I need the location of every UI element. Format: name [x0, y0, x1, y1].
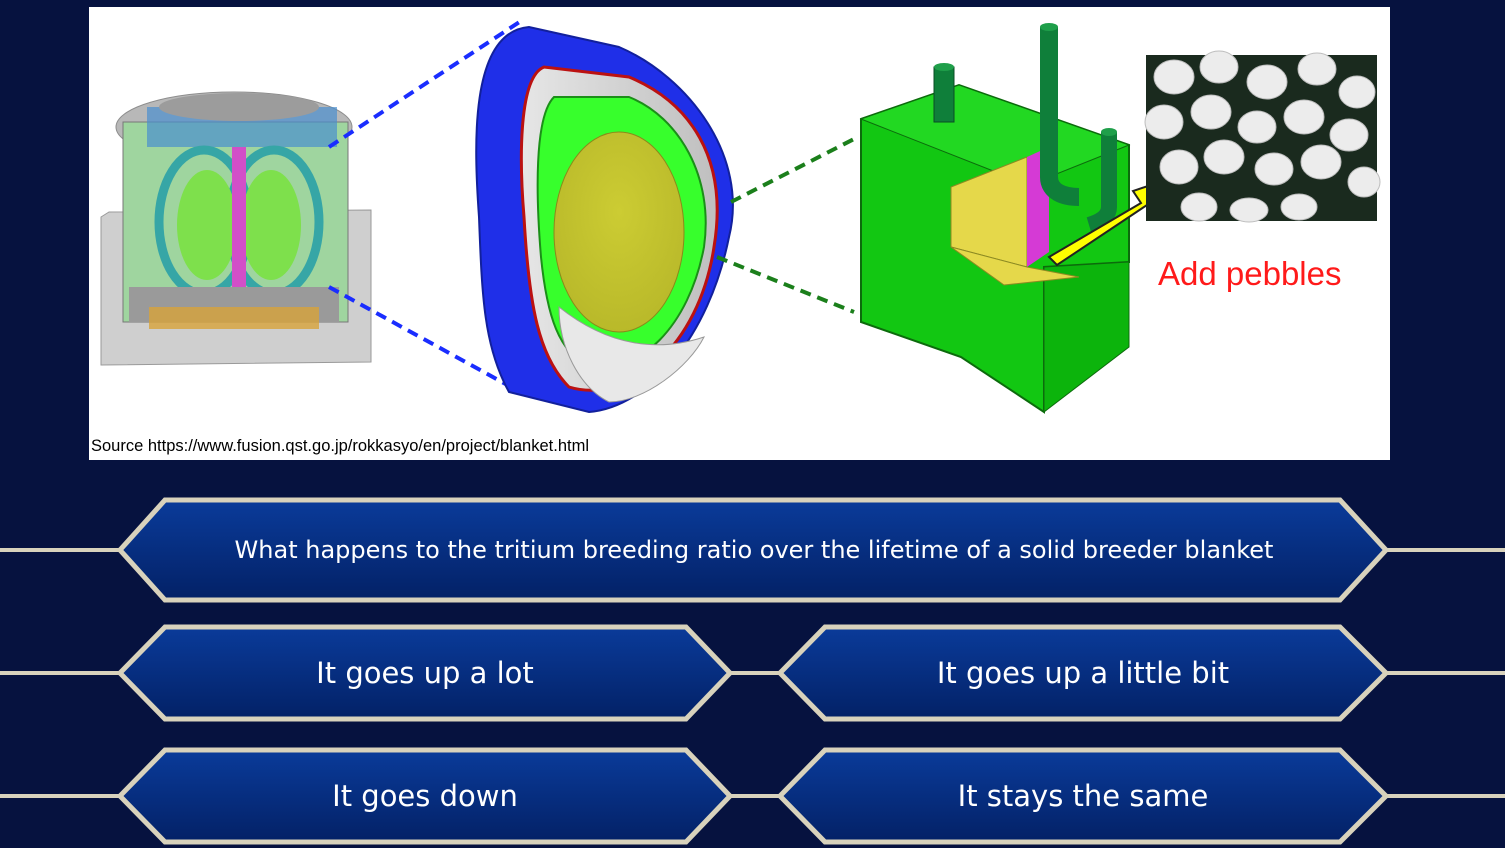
projection-lines-green: [716, 137, 855, 314]
answer-d-button[interactable]: It stays the same: [785, 754, 1381, 838]
blanket-illustration: [100, 17, 1381, 414]
answer-c-button[interactable]: It goes down: [125, 754, 725, 838]
tokamak-cutaway: [100, 91, 372, 366]
question-text: What happens to the tritium breeding rat…: [234, 536, 1274, 564]
blanket-sector: [475, 25, 734, 414]
add-pebbles-callout: Add pebbles: [1158, 255, 1342, 292]
answer-b-button[interactable]: It goes up a little bit: [785, 631, 1381, 715]
blanket-figure: Add pebbles Source https://www.fusion.qs…: [89, 7, 1390, 460]
source-caption: Source https://www.fusion.qst.go.jp/rokk…: [91, 437, 589, 455]
pebble-photo: [1144, 50, 1381, 223]
breeder-module: [859, 23, 1171, 414]
answer-a-button[interactable]: It goes up a lot: [125, 631, 725, 715]
